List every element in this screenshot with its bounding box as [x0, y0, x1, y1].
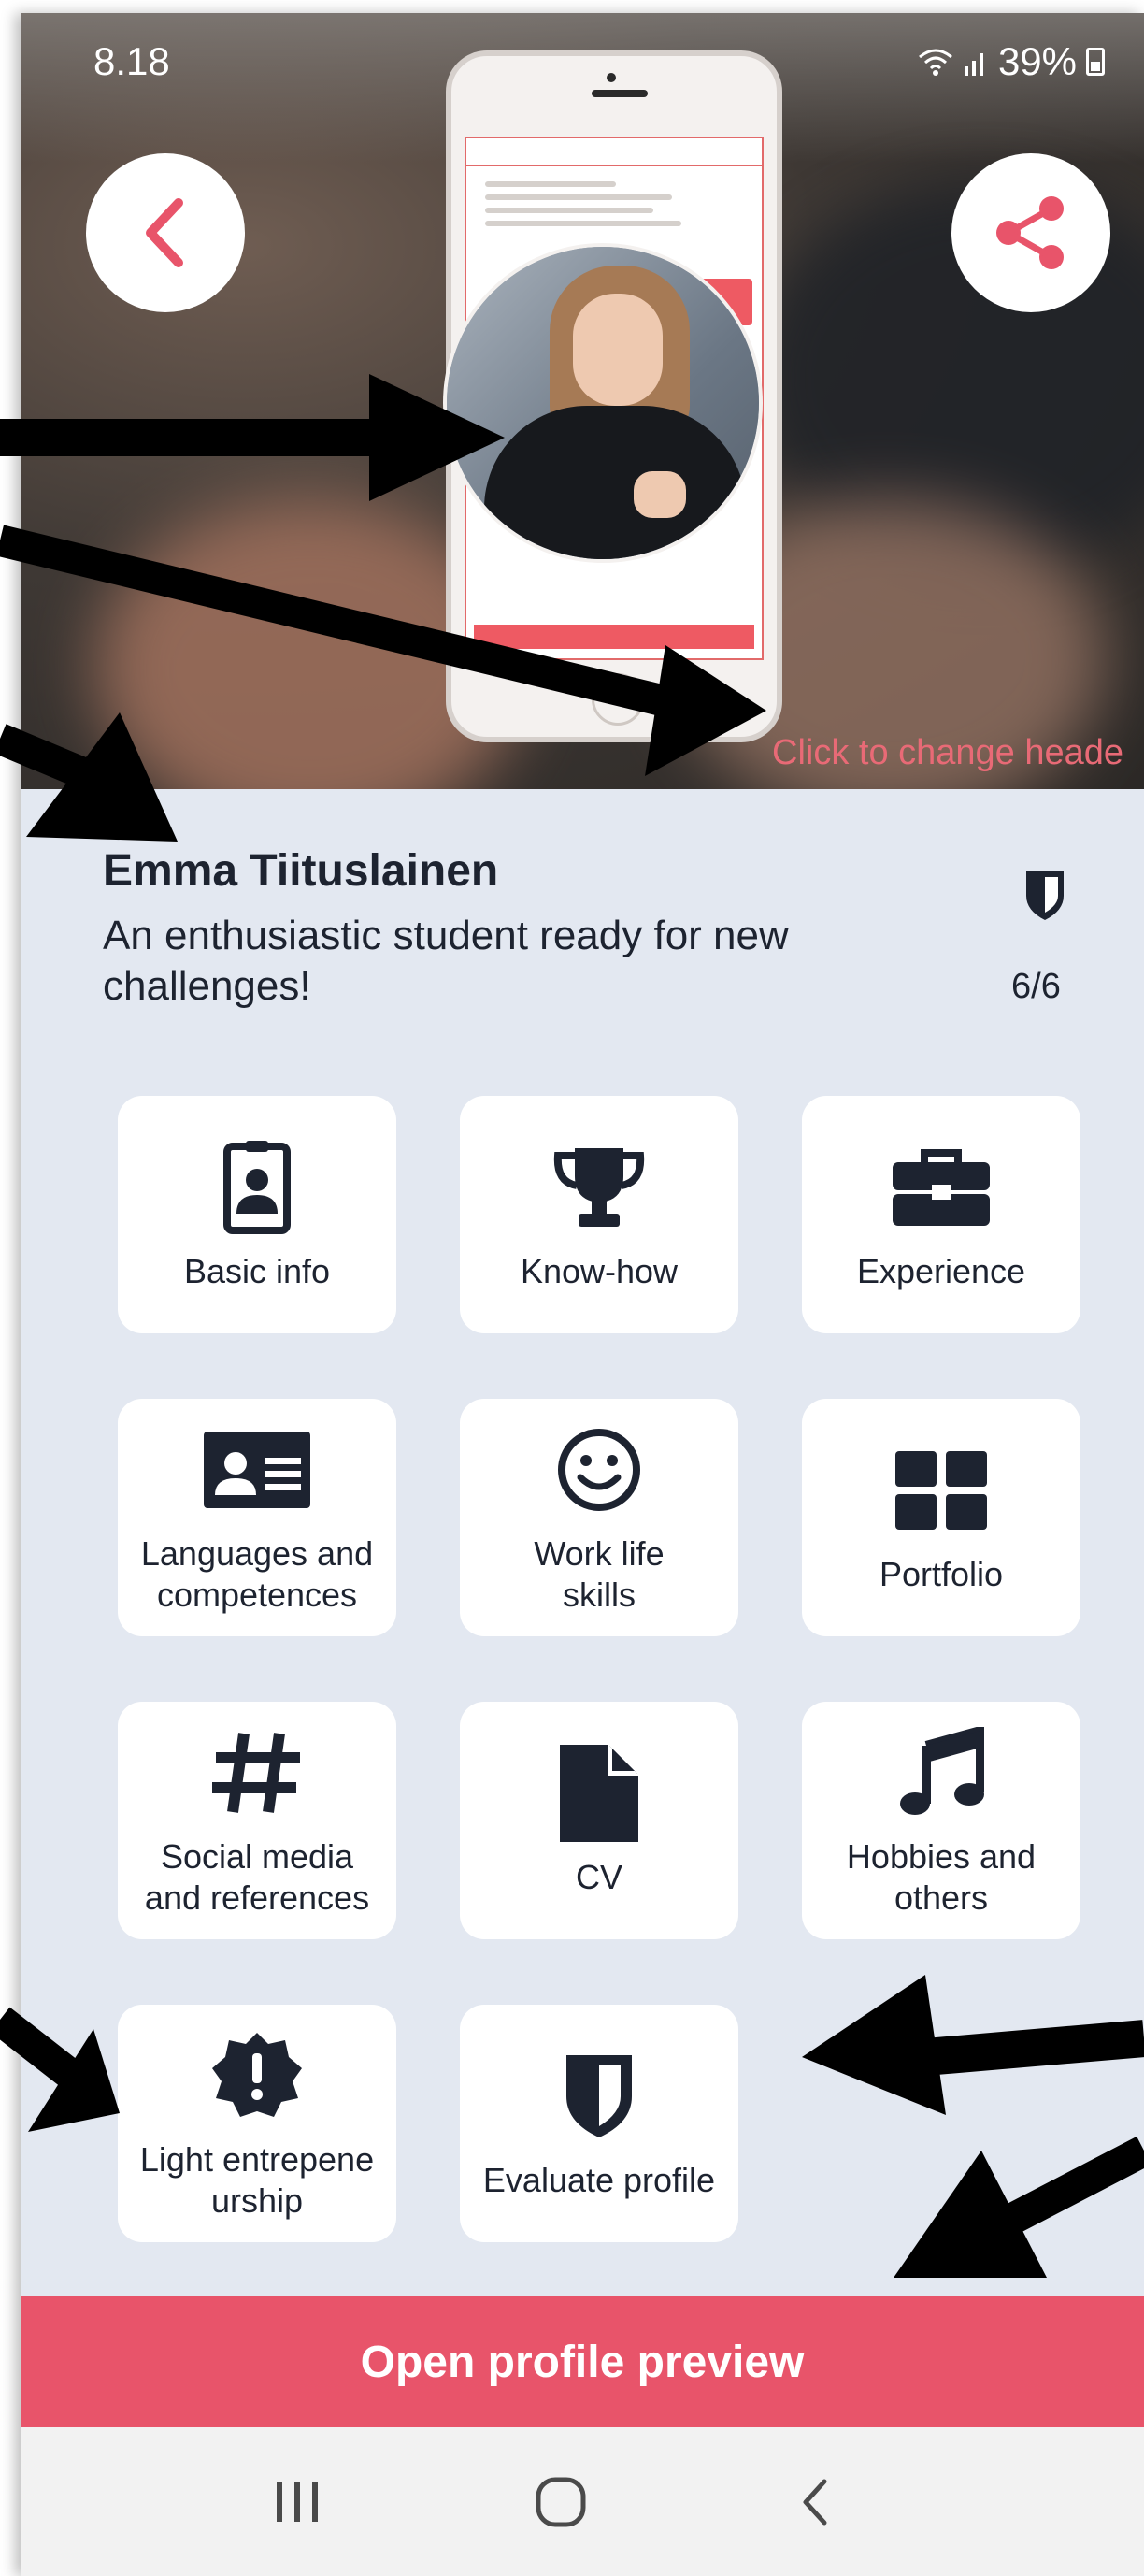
trophy-icon [553, 1148, 645, 1227]
smile-icon [558, 1429, 640, 1511]
tile-label: CV [575, 1858, 622, 1896]
tile-light-entrepreneurship[interactable]: Light entrepene urship [118, 2005, 396, 2242]
profile-tagline: An enthusiastic student ready for new ch… [103, 913, 789, 1009]
home-icon [536, 2477, 586, 2526]
tile-languages-and-competences[interactable]: Languages and competences [118, 1399, 396, 1636]
avatar[interactable] [443, 243, 763, 563]
file-icon [560, 1745, 638, 1842]
grid-icon [895, 1451, 987, 1530]
tile-experience[interactable]: Experience [802, 1096, 1080, 1333]
wifi-icon [918, 49, 952, 76]
tile-basic-info[interactable]: Basic info [118, 1096, 396, 1333]
tile-label: Hobbies and others [846, 1837, 1037, 1917]
tile-portfolio[interactable]: Portfolio [802, 1399, 1080, 1636]
tile-label: Social media and references [144, 1837, 370, 1917]
share-icon [996, 196, 1064, 269]
battery-percent: 39% [997, 39, 1077, 83]
tile-evaluate-profile[interactable]: Evaluate profile [460, 2005, 738, 2242]
share-button[interactable] [951, 153, 1110, 312]
tile-label: Basic info [183, 1252, 331, 1290]
tile-label: Know-how [520, 1252, 679, 1290]
tile-label: Work life skills [534, 1534, 665, 1614]
signal-icon [964, 53, 983, 76]
tile-label: Portfolio [879, 1555, 1004, 1593]
chevron-left-icon [146, 198, 183, 267]
hashtag-icon [212, 1733, 300, 1813]
tile-cv[interactable]: CV [460, 1702, 738, 1939]
header-image[interactable]: 8.18 39% Click to change heade [21, 13, 1144, 789]
battery-icon [1086, 48, 1105, 76]
music-icon [900, 1727, 984, 1815]
tile-label: Light entrepene urship [139, 2140, 375, 2220]
status-icons: 39% [918, 39, 1105, 84]
recent-apps-button[interactable] [241, 2427, 353, 2576]
tile-hobbies-and-others[interactable]: Hobbies and others [802, 1702, 1080, 1939]
tile-label: Evaluate profile [482, 2161, 716, 2199]
back-button[interactable] [86, 153, 245, 312]
id-badge-icon [223, 1141, 291, 1234]
alert-badge-icon [212, 2033, 302, 2117]
profile-name: Emma Tiituslainen [103, 846, 499, 896]
back-nav-button[interactable] [759, 2427, 871, 2576]
tile-label: Languages and competences [140, 1534, 374, 1614]
back-icon [803, 2479, 827, 2525]
id-card-icon [204, 1432, 310, 1508]
tile-social-media-and-references[interactable]: Social media and references [118, 1702, 396, 1939]
tile-know-how[interactable]: Know-how [460, 1096, 738, 1333]
home-button[interactable] [505, 2427, 617, 2576]
phone-screen: 8.18 39% Click to change heade Emma Tiit… [21, 13, 1144, 2576]
shield-icon [1026, 871, 1064, 920]
recent-apps-icon [277, 2482, 318, 2522]
status-time: 8.18 [93, 39, 170, 83]
badge-count: 6/6 [1011, 967, 1061, 1006]
system-nav-bar [21, 2427, 1144, 2576]
tile-label: Experience [856, 1252, 1026, 1290]
change-header-link[interactable]: Click to change heade [772, 733, 1123, 773]
open-profile-preview-button[interactable]: Open profile preview [21, 2296, 1144, 2427]
briefcase-icon [893, 1149, 990, 1226]
tile-work-life-skills[interactable]: Work life skills [460, 1399, 738, 1636]
shield-icon [566, 2055, 632, 2137]
